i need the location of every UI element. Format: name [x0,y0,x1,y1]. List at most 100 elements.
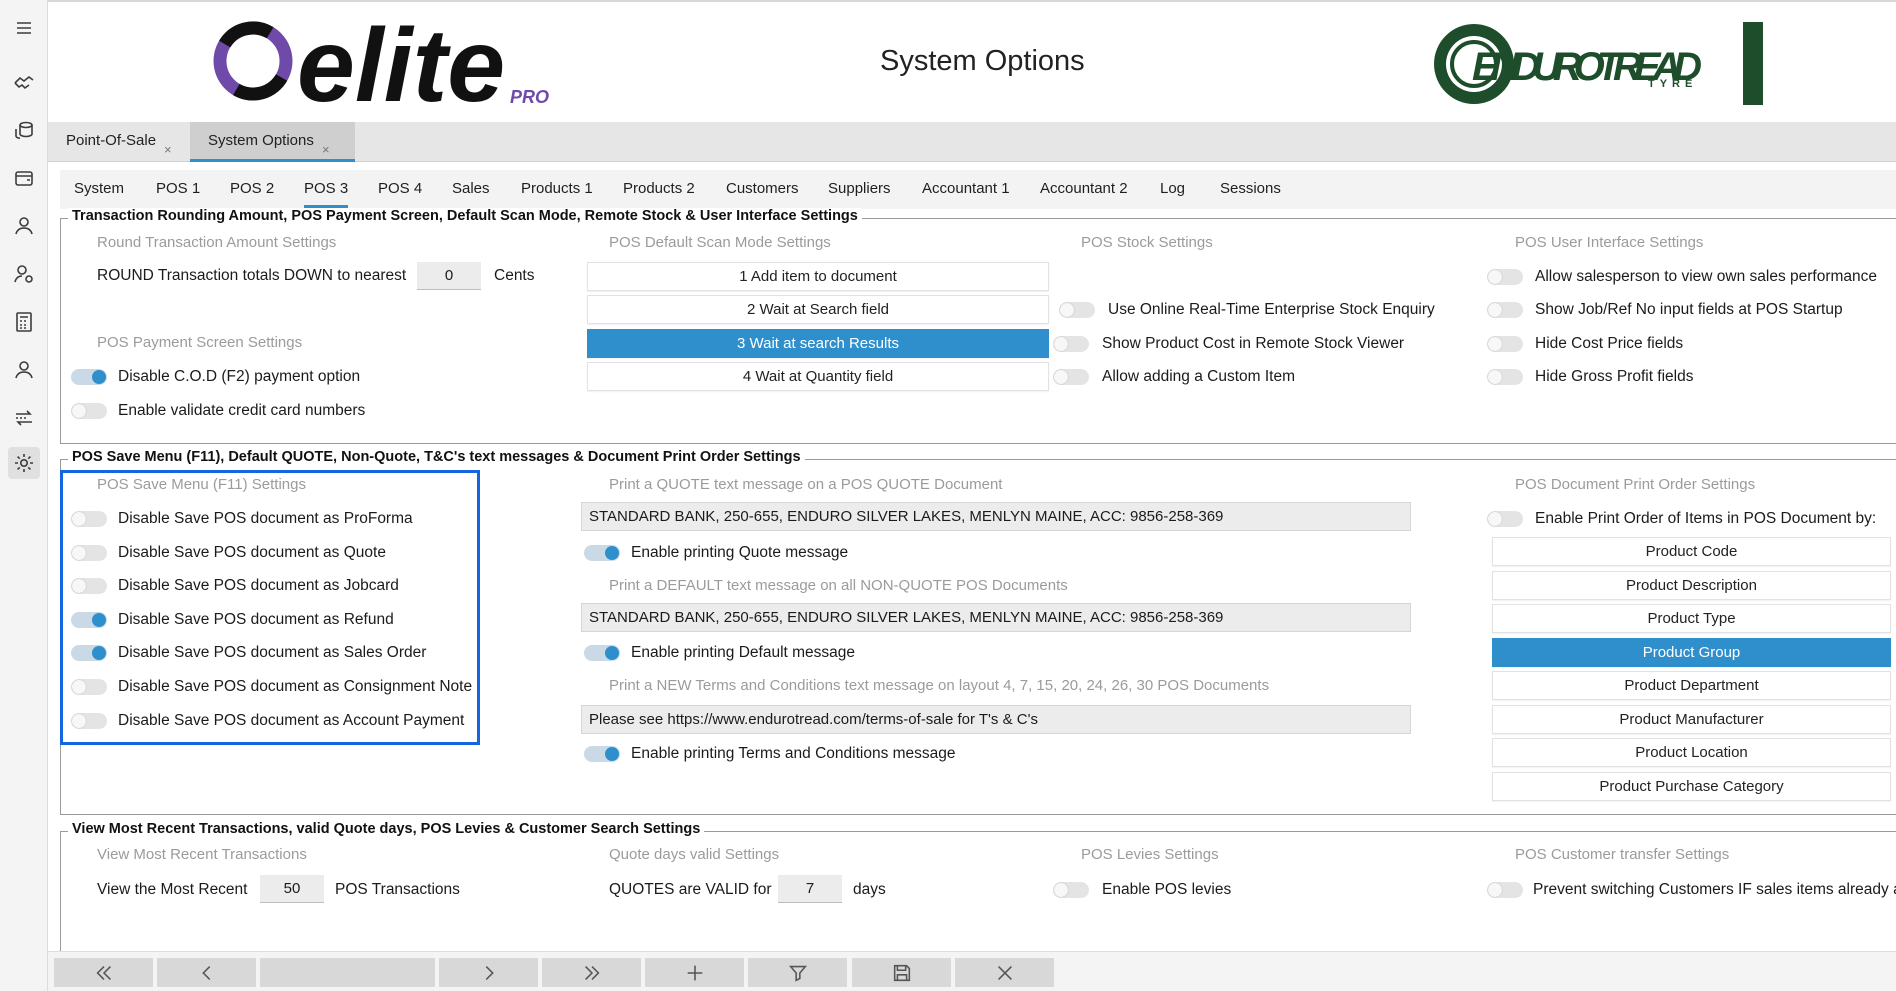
filter-icon [788,965,807,982]
section-title: Transaction Rounding Amount, POS Payment… [68,208,862,224]
app-tab-point-of-sale[interactable]: Point-Of-Sale × [48,122,188,162]
print-order-option[interactable]: Product Code [1492,537,1891,566]
tab-accountant-1[interactable]: Accountant 1 [922,180,1010,197]
coins-icon[interactable] [8,114,40,146]
tab-customers[interactable]: Customers [726,180,799,197]
handshake-icon[interactable] [8,66,40,98]
credit-card-toggle[interactable] [71,403,107,419]
customer-transfer-heading: POS Customer transfer Settings [1515,846,1730,863]
recent-unit: POS Transactions [335,881,460,898]
toggle-label: Allow salesperson to view own sales perf… [1535,268,1878,285]
svg-text:TYRE: TYRE [1648,78,1697,90]
default-message-toggle[interactable] [584,645,620,661]
customer-transfer-toggle[interactable] [1487,882,1523,898]
next-record-button[interactable] [439,958,538,987]
scan-heading: POS Default Scan Mode Settings [609,234,831,251]
print-order-option[interactable]: Product Purchase Category [1492,772,1891,801]
tc-message-toggle[interactable] [584,746,620,762]
recent-label: View the Most Recent [97,881,248,898]
cancel-button[interactable] [955,958,1054,987]
toggle-label: Enable POS levies [1102,881,1232,898]
tab-pos-4[interactable]: POS 4 [378,180,422,197]
record-position-field[interactable] [260,958,435,987]
save-proforma-toggle[interactable] [71,511,107,527]
scan-option-selected[interactable]: 3 Wait at search Results [587,329,1049,358]
toggle-label: Hide Gross Profit fields [1535,368,1694,385]
user-icon[interactable] [8,354,40,386]
quote-msg-heading: Print a QUOTE text message on a POS QUOT… [609,476,1003,493]
levies-toggle[interactable] [1053,882,1089,898]
prev-icon [201,965,210,980]
print-order-option[interactable]: Product Type [1492,604,1891,633]
tab-products-1[interactable]: Products 1 [521,180,593,197]
page-title: System Options [880,45,1085,77]
wallet-icon[interactable] [8,162,40,194]
calculator-icon[interactable] [8,306,40,338]
job-ref-toggle[interactable] [1487,302,1523,318]
print-order-option[interactable]: Product Manufacturer [1492,705,1891,734]
tc-message-input[interactable]: Please see https://www.endurotread.com/t… [581,705,1411,734]
tab-products-2[interactable]: Products 2 [623,180,695,197]
quote-days-heading: Quote days valid Settings [609,846,780,863]
menu-icon[interactable] [8,12,40,44]
scan-option[interactable]: 1 Add item to document [587,262,1049,291]
save-refund-toggle[interactable] [71,612,107,628]
cod-toggle[interactable] [71,369,107,385]
levies-heading: POS Levies Settings [1081,846,1219,863]
save-button[interactable] [852,958,951,987]
toggle-label: Disable Save POS document as Account Pay… [118,712,465,729]
print-order-option[interactable]: Product Description [1492,571,1891,600]
print-order-option[interactable]: Product Department [1492,671,1891,700]
quote-days-unit: days [853,881,886,898]
print-order-option-selected[interactable]: Product Group [1492,638,1891,667]
first-record-button[interactable] [54,958,153,987]
save-icon [893,964,910,981]
user-icon[interactable] [8,210,40,242]
quote-message-toggle[interactable] [584,545,620,561]
toggle-label: Disable Save POS document as ProForma [118,510,413,527]
app-tab-system-options[interactable]: System Options × [190,122,355,162]
close-icon[interactable]: × [322,142,330,157]
hide-gp-toggle[interactable] [1487,369,1523,385]
previous-record-button[interactable] [157,958,256,987]
default-message-input[interactable]: STANDARD BANK, 250-655, ENDURO SILVER LA… [581,603,1411,632]
save-quote-toggle[interactable] [71,545,107,561]
print-order-toggle[interactable] [1487,511,1523,527]
user-settings-icon[interactable] [8,258,40,290]
tab-suppliers[interactable]: Suppliers [828,180,891,197]
tab-log[interactable]: Log [1160,180,1185,197]
recent-input[interactable]: 50 [260,875,324,903]
realtime-stock-toggle[interactable] [1059,302,1095,318]
toggle-label: Disable Save POS document as Refund [118,611,394,628]
print-order-option[interactable]: Product Location [1492,738,1891,767]
rounding-input[interactable]: 0 [417,262,481,290]
product-cost-toggle[interactable] [1053,336,1089,352]
save-account-payment-toggle[interactable] [71,713,107,729]
save-consignment-toggle[interactable] [71,679,107,695]
add-button[interactable] [645,958,744,987]
scan-option[interactable]: 4 Wait at Quantity field [587,362,1049,391]
tab-sessions[interactable]: Sessions [1220,180,1281,197]
filter-button[interactable] [748,958,847,987]
sales-performance-toggle[interactable] [1487,269,1523,285]
toggle-label: Allow adding a Custom Item [1102,368,1295,385]
save-sales-order-toggle[interactable] [71,645,107,661]
tab-pos-2[interactable]: POS 2 [230,180,274,197]
svg-text:elite: elite [297,15,505,110]
last-record-button[interactable] [542,958,641,987]
transfer-icon[interactable] [8,402,40,434]
close-icon[interactable]: × [164,142,172,157]
hide-cost-toggle[interactable] [1487,336,1523,352]
tab-sales[interactable]: Sales [452,180,490,197]
scan-option[interactable]: 2 Wait at Search field [587,295,1049,324]
tab-accountant-2[interactable]: Accountant 2 [1040,180,1128,197]
save-jobcard-toggle[interactable] [71,578,107,594]
tab-system[interactable]: System [74,180,124,197]
tab-pos-3[interactable]: POS 3 [304,180,349,208]
gear-icon[interactable] [8,447,40,479]
quote-message-input[interactable]: STANDARD BANK, 250-655, ENDURO SILVER LA… [581,502,1411,531]
recent-heading: View Most Recent Transactions [97,846,307,863]
custom-item-toggle[interactable] [1053,369,1089,385]
quote-days-input[interactable]: 7 [778,875,842,903]
tab-pos-1[interactable]: POS 1 [156,180,200,197]
